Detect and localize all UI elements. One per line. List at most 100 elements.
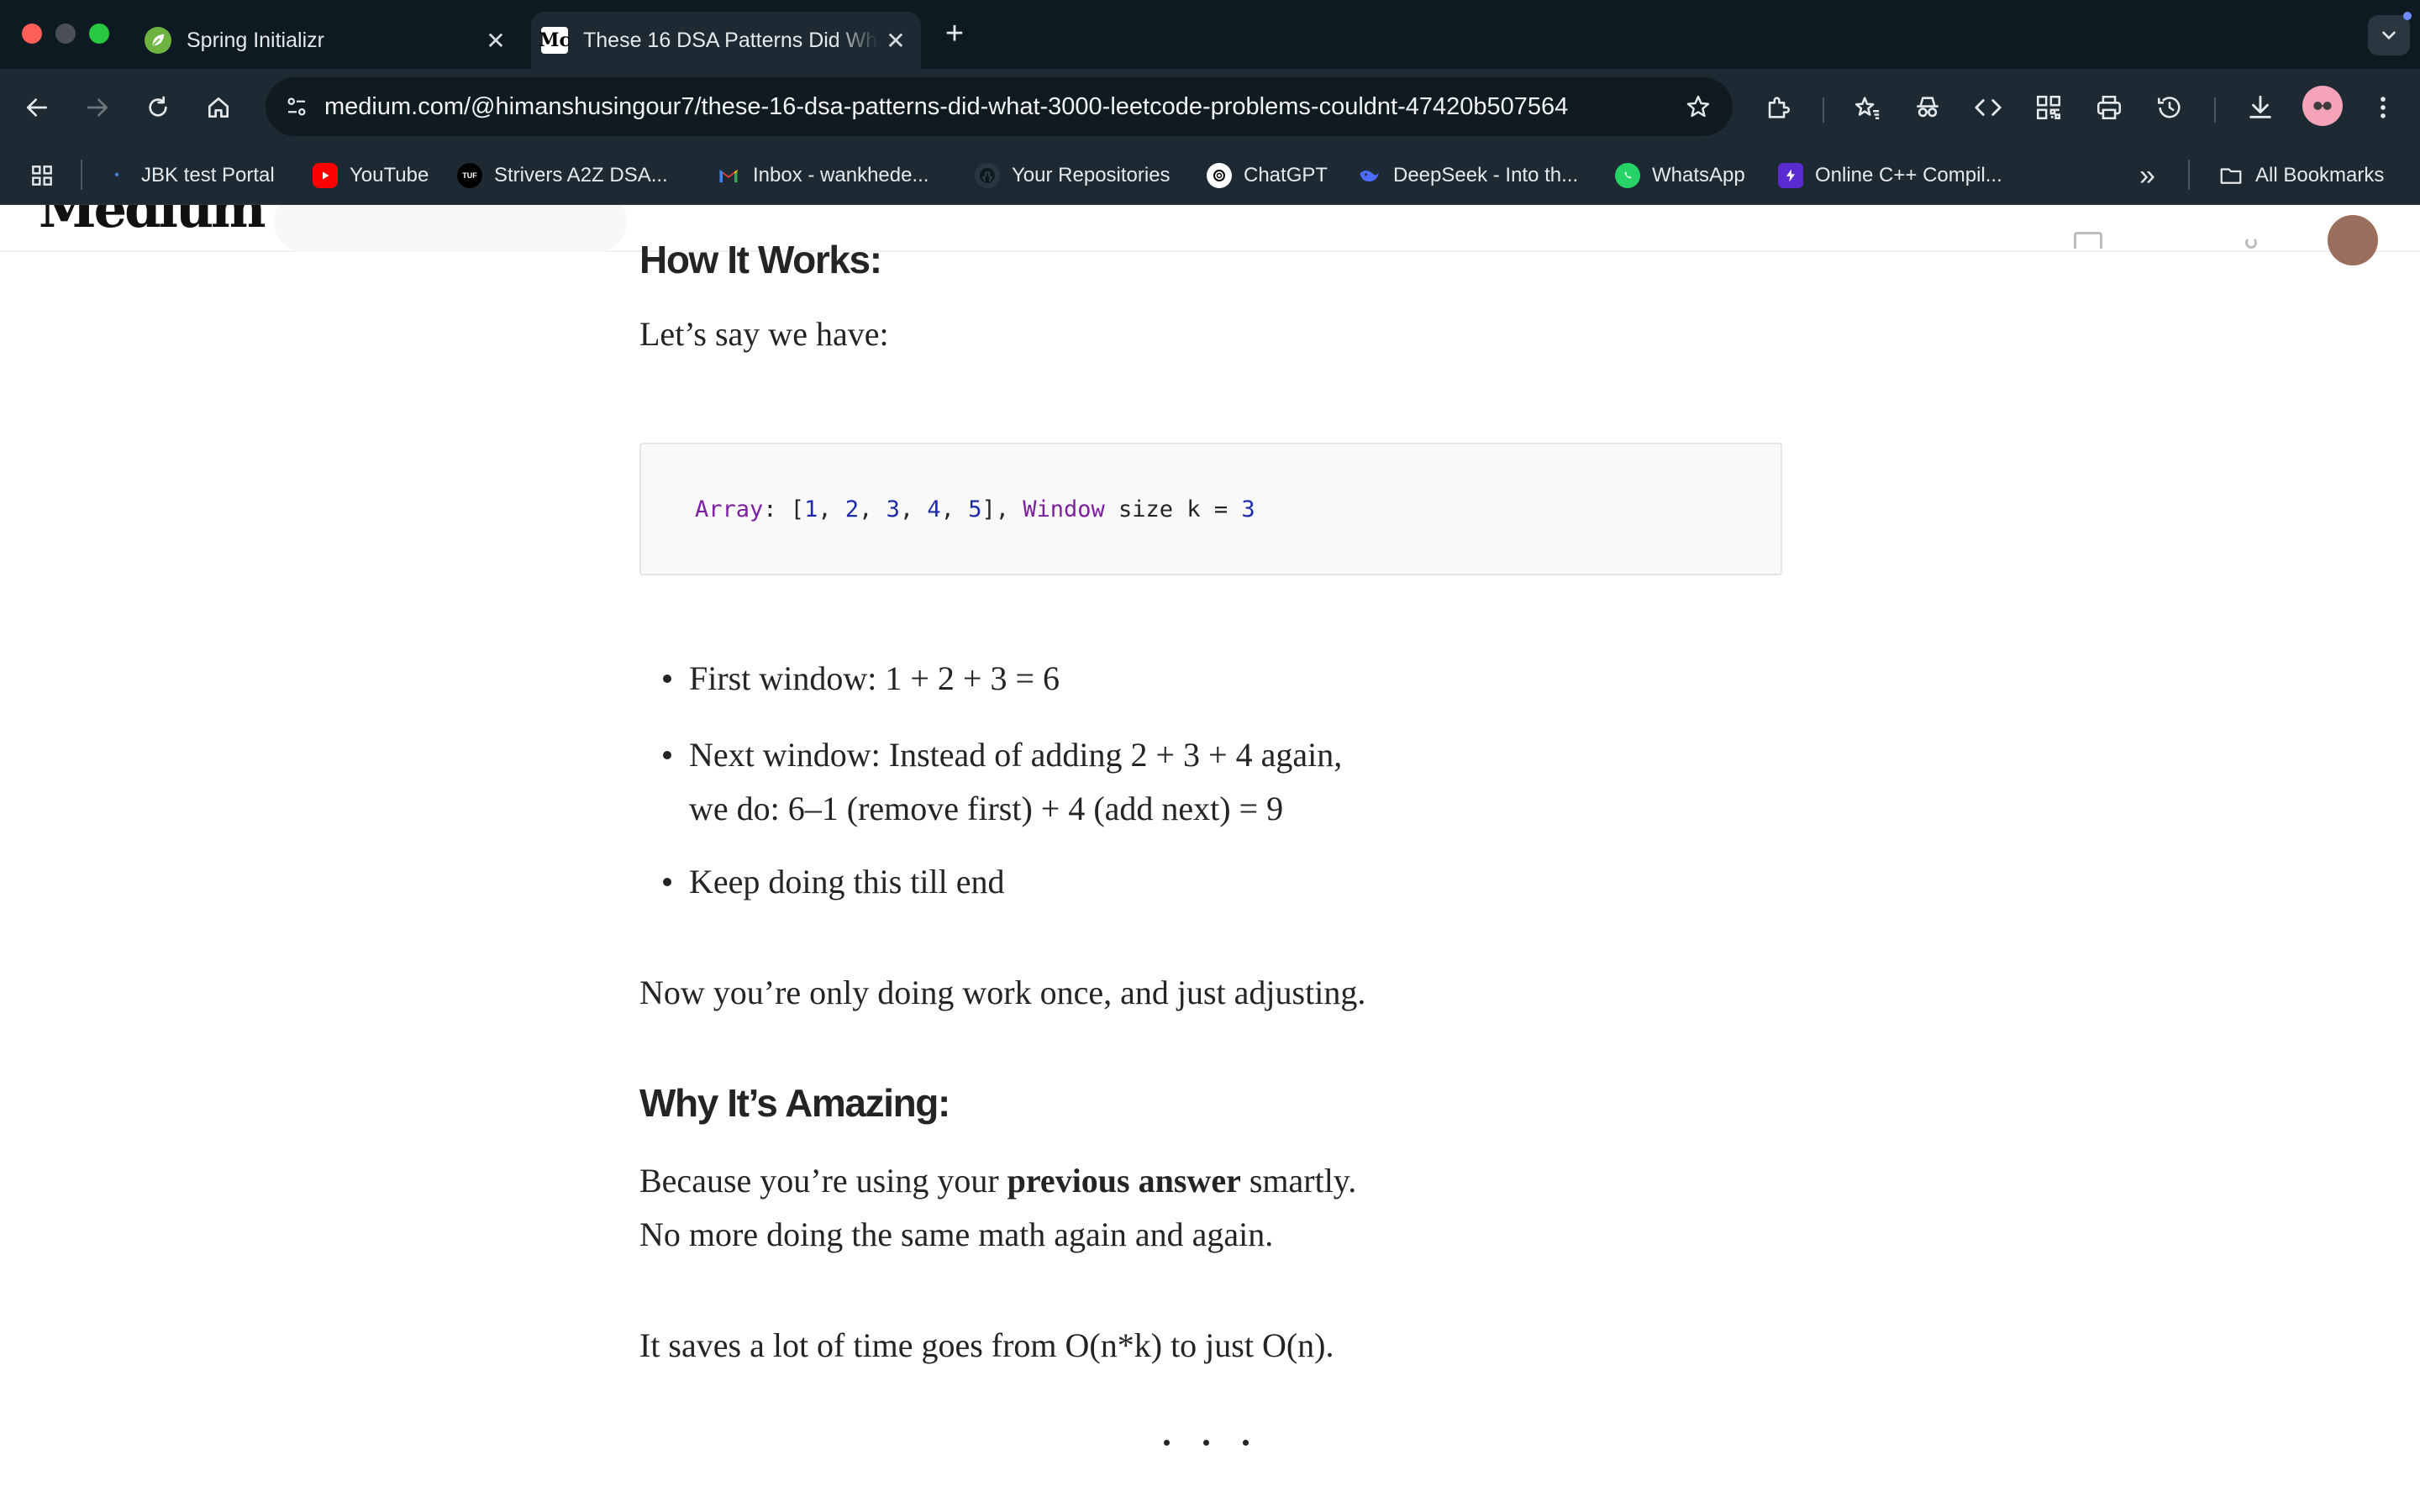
paragraph-why-line-1: Because you’re using your previous answe… <box>639 1154 1356 1208</box>
bookmark-label: WhatsApp <box>1652 164 1745 186</box>
new-tab-button[interactable]: + <box>938 16 971 51</box>
bookmark-label: Strivers A2Z DSA... <box>494 164 668 186</box>
puzzle-icon <box>1768 97 1790 118</box>
bookmarks-overflow-button[interactable]: » <box>2139 146 2155 205</box>
bookmark-whatsapp[interactable]: WhatsApp <box>1615 146 1745 205</box>
incognito-button[interactable] <box>1907 87 1948 128</box>
extensions-button[interactable] <box>1758 87 1798 128</box>
printer-icon <box>2096 95 2122 120</box>
medium-logo[interactable]: Medium <box>39 205 266 239</box>
bookmarks-bar: • JBK test Portal YouTube TUF Strivers A… <box>0 146 2420 205</box>
list-item-continuation: we do: 6–1 (remove first) + 4 (add next)… <box>689 790 1284 827</box>
whatsapp-icon <box>1615 163 1640 188</box>
separator-dot <box>1243 1440 1249 1446</box>
code-token: size k = <box>1104 496 1242 522</box>
all-bookmarks-button[interactable]: All Bookmarks <box>2218 146 2384 205</box>
close-tab-icon[interactable]: ✕ <box>479 24 513 57</box>
star-list-icon <box>1854 97 1880 120</box>
history-button[interactable] <box>2149 87 2190 128</box>
code-token: , <box>859 496 886 522</box>
qr-code-button[interactable] <box>2028 87 2069 128</box>
compiler-icon <box>1778 163 1803 188</box>
medium-logo-icon: Mc <box>539 27 571 54</box>
code-token: , <box>899 496 928 522</box>
bullet-dot <box>663 751 671 759</box>
bookmark-deepseek[interactable]: DeepSeek - Into th... <box>1356 146 1578 205</box>
profile-avatar[interactable] <box>2302 86 2343 126</box>
web-page: Medium How It Works: Let’s say we have: … <box>0 205 2420 1512</box>
code-token: Window <box>1023 496 1105 522</box>
code-token: : [ <box>763 496 805 522</box>
deepseek-icon <box>1356 163 1381 188</box>
bookmark-label: Your Repositories <box>1012 164 1171 186</box>
bookmarks-divider <box>81 160 82 190</box>
site-info-button[interactable] <box>277 87 316 126</box>
write-icon[interactable] <box>2074 232 2102 249</box>
close-tab-icon[interactable]: ✕ <box>879 24 913 57</box>
address-bar[interactable]: medium.com/@himanshusingour7/these-16-ds… <box>266 77 1733 136</box>
list-item: First window: 1 + 2 + 3 = 6 <box>689 659 1060 697</box>
tab-search-button[interactable] <box>2368 12 2412 55</box>
medium-site-header: Medium <box>0 205 2420 265</box>
chevron-down-icon <box>2382 31 2396 40</box>
bookmark-youtube[interactable]: YouTube <box>313 146 429 205</box>
qr-code-icon <box>2036 95 2061 120</box>
star-icon <box>1686 95 1710 118</box>
bookmark-your-repositories[interactable]: Your Repositories <box>975 146 1171 205</box>
bookmark-label: DeepSeek - Into th... <box>1393 164 1579 186</box>
window-zoom-button[interactable] <box>89 24 109 44</box>
code-token: 1 <box>804 496 818 522</box>
bookmark-online-cpp-compiler[interactable]: Online C++ Compil... <box>1778 146 2002 205</box>
tuf-icon: TUF <box>457 163 482 188</box>
bookmarks-divider <box>2188 160 2190 190</box>
bookmark-label: ChatGPT <box>1244 164 1328 186</box>
tab-medium-article[interactable]: Mc These 16 DSA Patterns Did What 3000 L… <box>531 12 921 69</box>
code-token: 5 <box>968 496 982 522</box>
menu-button[interactable] <box>2363 87 2403 128</box>
bookmark-chatgpt[interactable]: ChatGPT <box>1207 146 1328 205</box>
devtools-button[interactable] <box>1968 87 2008 128</box>
tune-icon <box>287 97 306 116</box>
youtube-icon <box>313 163 338 188</box>
medium-search-input[interactable] <box>274 205 627 252</box>
bookmark-strivers-a2z[interactable]: TUF Strivers A2Z DSA... <box>457 146 668 205</box>
print-button[interactable] <box>2089 87 2129 128</box>
tab-strip: Spring Initializr ✕ Mc These 16 DSA Patt… <box>0 0 2420 69</box>
bookmark-label: Online C++ Compil... <box>1815 164 2002 186</box>
toolbar-divider <box>1823 97 1824 123</box>
reload-button[interactable] <box>138 87 178 128</box>
glasses-avatar-icon <box>2313 102 2332 110</box>
bookmark-gmail-inbox[interactable]: Inbox - wankhede... <box>716 146 929 205</box>
window-minimize-button[interactable] <box>55 24 76 44</box>
window-close-button[interactable] <box>22 24 42 44</box>
code-token: 4 <box>927 496 941 522</box>
bookmark-star-button[interactable] <box>1682 91 1714 123</box>
apps-button[interactable] <box>29 146 55 205</box>
bell-icon[interactable] <box>2245 237 2257 249</box>
section-heading-how-it-works: How It Works: <box>639 238 882 281</box>
text-run: smartly. <box>1240 1162 1357 1200</box>
code-token: , <box>940 496 969 522</box>
code-token: Array <box>695 496 764 522</box>
list-item: Next window: Instead of adding 2 + 3 + 4… <box>689 736 1343 774</box>
forward-arrow-icon <box>87 98 108 117</box>
download-icon <box>2249 95 2271 118</box>
tab-spring-initializr[interactable]: Spring Initializr ✕ <box>134 12 521 69</box>
bullet-dot <box>663 878 671 886</box>
medium-user-avatar[interactable] <box>2328 215 2378 265</box>
forward-button[interactable] <box>77 87 118 128</box>
paragraph-summary: Now you’re only doing work once, and jus… <box>639 974 1366 1011</box>
section-separator <box>1164 1440 1249 1446</box>
bookmark-jbk-test-portal[interactable]: • JBK test Portal <box>104 146 275 205</box>
bookmark-manager-button[interactable] <box>1847 87 1887 128</box>
jbk-icon: • <box>104 163 129 188</box>
text-run: Because you’re using your <box>639 1162 1007 1200</box>
home-button[interactable] <box>198 87 239 128</box>
back-button[interactable] <box>17 87 57 128</box>
downloads-button[interactable] <box>2240 87 2281 128</box>
paragraph-complexity: It saves a lot of time goes from O(n*k) … <box>639 1326 1334 1364</box>
github-icon <box>975 163 1000 188</box>
spring-leaf-icon <box>145 27 171 54</box>
separator-dot <box>1164 1440 1170 1446</box>
gmail-icon <box>716 163 741 188</box>
